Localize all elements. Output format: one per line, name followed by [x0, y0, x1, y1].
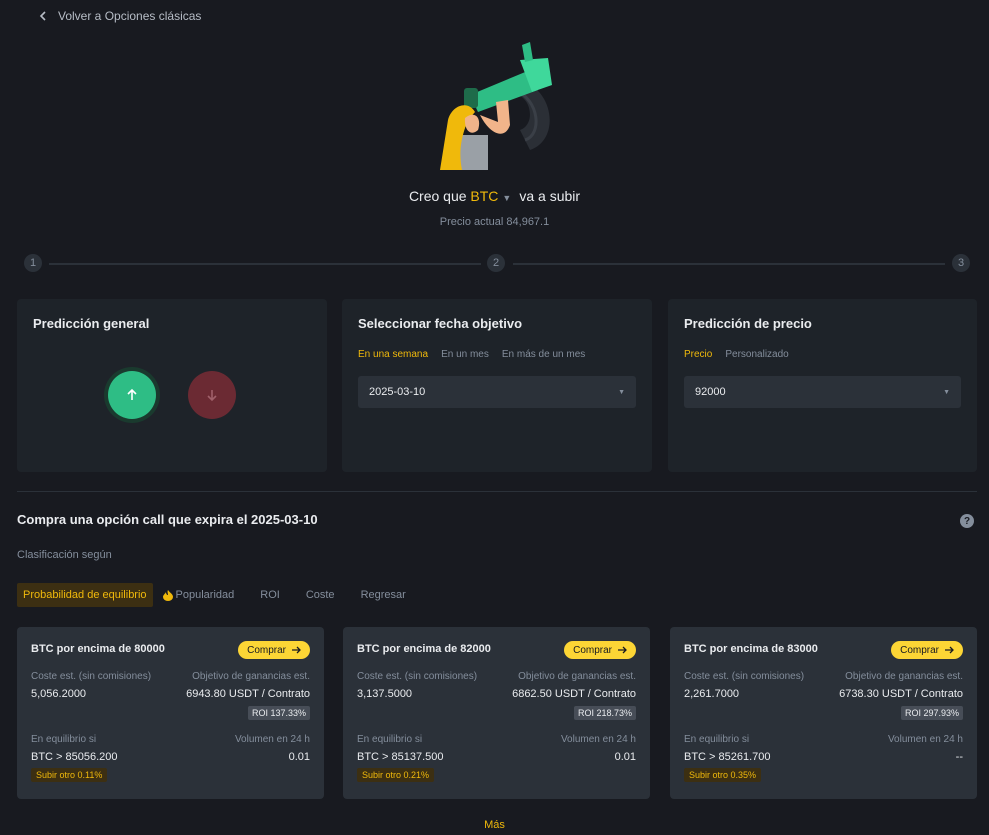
price-select[interactable]: 92000 ▼ — [684, 376, 961, 408]
step-2: 2 — [487, 254, 505, 272]
arrow-up-icon — [127, 388, 137, 400]
tab-one-week[interactable]: En una semana — [358, 349, 428, 360]
tab-one-month[interactable]: En un mes — [441, 349, 489, 360]
cost-label: Coste est. (sin comisiones) — [684, 671, 805, 682]
buy-button[interactable]: Comprar — [564, 641, 636, 659]
general-prediction-card: Predicción general — [17, 299, 327, 472]
volume-label: Volumen en 24 h — [234, 734, 310, 745]
rise-badge: Subir otro 0.35% — [684, 768, 762, 782]
sort-tab-label: Popularidad — [175, 589, 235, 601]
tab-price[interactable]: Precio — [684, 349, 712, 360]
tab-more-than-month[interactable]: En más de un mes — [502, 349, 585, 360]
step-3: 3 — [952, 254, 970, 272]
coin-selector[interactable]: BTC — [470, 188, 498, 204]
current-price: Precio actual 84,967.1 — [439, 216, 550, 228]
price-prediction-card: Predicción de precio Precio Personalizad… — [668, 299, 977, 472]
buy-button[interactable]: Comprar — [238, 641, 310, 659]
card-title: Predicción de precio — [684, 316, 812, 331]
price-select-value: 92000 — [695, 386, 726, 398]
section-title: Compra una opción call que expira el 202… — [17, 512, 318, 527]
volume-value: -- — [955, 751, 963, 763]
volume-label: Volumen en 24 h — [560, 734, 636, 745]
option-card: BTC por encima de 83000 Comprar Coste es… — [670, 627, 977, 799]
sort-tab-roi[interactable]: ROI — [247, 583, 293, 607]
breakeven-label: En equilibrio si — [31, 734, 97, 745]
cost-value: 5,056.2000 — [31, 688, 87, 700]
option-card: BTC por encima de 80000 Comprar Coste es… — [17, 627, 324, 799]
arrow-down-icon — [207, 390, 217, 402]
headline-suffix: va a subir — [519, 188, 581, 204]
roi-badge: ROI 297.93% — [900, 706, 963, 720]
breakeven-label: En equilibrio si — [684, 734, 750, 745]
breakeven-value: BTC > 85137.500 — [357, 751, 444, 763]
buy-button-label: Comprar — [900, 644, 939, 656]
tab-custom[interactable]: Personalizado — [725, 349, 788, 360]
breakeven-value: BTC > 85056.200 — [31, 751, 118, 763]
target-date-card: Seleccionar fecha objetivo En una semana… — [342, 299, 652, 472]
target-label: Objetivo de ganancias est. — [845, 671, 963, 682]
help-icon[interactable]: ? — [960, 514, 974, 528]
sort-tab-breakeven[interactable]: Probabilidad de equilibrio — [17, 583, 153, 607]
more-link[interactable]: Más — [0, 819, 989, 831]
volume-value: 0.01 — [614, 751, 636, 763]
stepper: 1 2 3 — [24, 254, 970, 274]
date-select[interactable]: 2025-03-10 ▼ — [358, 376, 636, 408]
flame-icon — [162, 589, 173, 601]
date-tabs: En una semana En un mes En más de un mes — [358, 349, 585, 360]
predict-up-button[interactable] — [108, 371, 156, 419]
sort-tab-popularity[interactable]: Popularidad — [162, 583, 248, 607]
arrow-right-icon — [292, 646, 301, 654]
target-label: Objetivo de ganancias est. — [192, 671, 310, 682]
back-link[interactable]: Volver a Opciones clásicas — [38, 9, 201, 23]
cost-value: 2,261.7000 — [684, 688, 740, 700]
sort-tab-cost[interactable]: Coste — [293, 583, 348, 607]
back-link-label: Volver a Opciones clásicas — [58, 9, 202, 23]
volume-label: Volumen en 24 h — [887, 734, 963, 745]
section-divider — [17, 491, 977, 492]
arrow-right-icon — [618, 646, 627, 654]
dropdown-caret-icon: ▼ — [943, 388, 950, 396]
card-title: Predicción general — [33, 316, 150, 331]
option-title: BTC por encima de 82000 — [357, 643, 491, 655]
chevron-left-icon — [39, 11, 46, 21]
step-1: 1 — [24, 254, 42, 272]
target-label: Objetivo de ganancias est. — [518, 671, 636, 682]
hero-illustration — [0, 40, 989, 175]
dropdown-caret-icon: ▼ — [618, 388, 625, 396]
target-value: 6738.30 USDT / Contrato — [839, 688, 963, 700]
step-line-2 — [513, 263, 945, 265]
buy-button-label: Comprar — [247, 644, 286, 656]
predict-down-button[interactable] — [188, 371, 236, 419]
telescope-illustration-icon — [439, 42, 552, 170]
breakeven-value: BTC > 85261.700 — [684, 751, 771, 763]
sort-tabs: Probabilidad de equilibrio Popularidad R… — [17, 583, 419, 607]
buy-button[interactable]: Comprar — [891, 641, 963, 659]
sort-label: Clasificación según — [17, 549, 112, 561]
arrow-right-icon — [945, 646, 954, 654]
sort-tab-return[interactable]: Regresar — [348, 583, 419, 607]
headline-prefix: Creo que — [408, 188, 467, 204]
price-tabs: Precio Personalizado — [684, 349, 789, 360]
rise-badge: Subir otro 0.11% — [31, 768, 108, 782]
rise-badge: Subir otro 0.21% — [357, 768, 435, 782]
target-value: 6943.80 USDT / Contrato — [186, 688, 310, 700]
volume-value: 0.01 — [288, 751, 310, 763]
step-line-1 — [49, 263, 481, 265]
card-title: Seleccionar fecha objetivo — [358, 316, 523, 331]
cost-label: Coste est. (sin comisiones) — [357, 671, 478, 682]
option-title: BTC por encima de 83000 — [684, 643, 818, 655]
coin-caret-icon[interactable]: ▼ — [502, 193, 511, 203]
roi-badge: ROI 137.33% — [247, 706, 310, 720]
target-value: 6862.50 USDT / Contrato — [512, 688, 636, 700]
roi-badge: ROI 218.73% — [573, 706, 636, 720]
cost-value: 3,137.5000 — [357, 688, 413, 700]
date-select-value: 2025-03-10 — [369, 386, 426, 398]
option-card: BTC por encima de 82000 Comprar Coste es… — [343, 627, 650, 799]
buy-button-label: Comprar — [573, 644, 612, 656]
cost-label: Coste est. (sin comisiones) — [31, 671, 152, 682]
option-title: BTC por encima de 80000 — [31, 643, 165, 655]
prediction-headline: Creo que BTC ▼ va a subir — [0, 188, 989, 204]
breakeven-label: En equilibrio si — [357, 734, 423, 745]
